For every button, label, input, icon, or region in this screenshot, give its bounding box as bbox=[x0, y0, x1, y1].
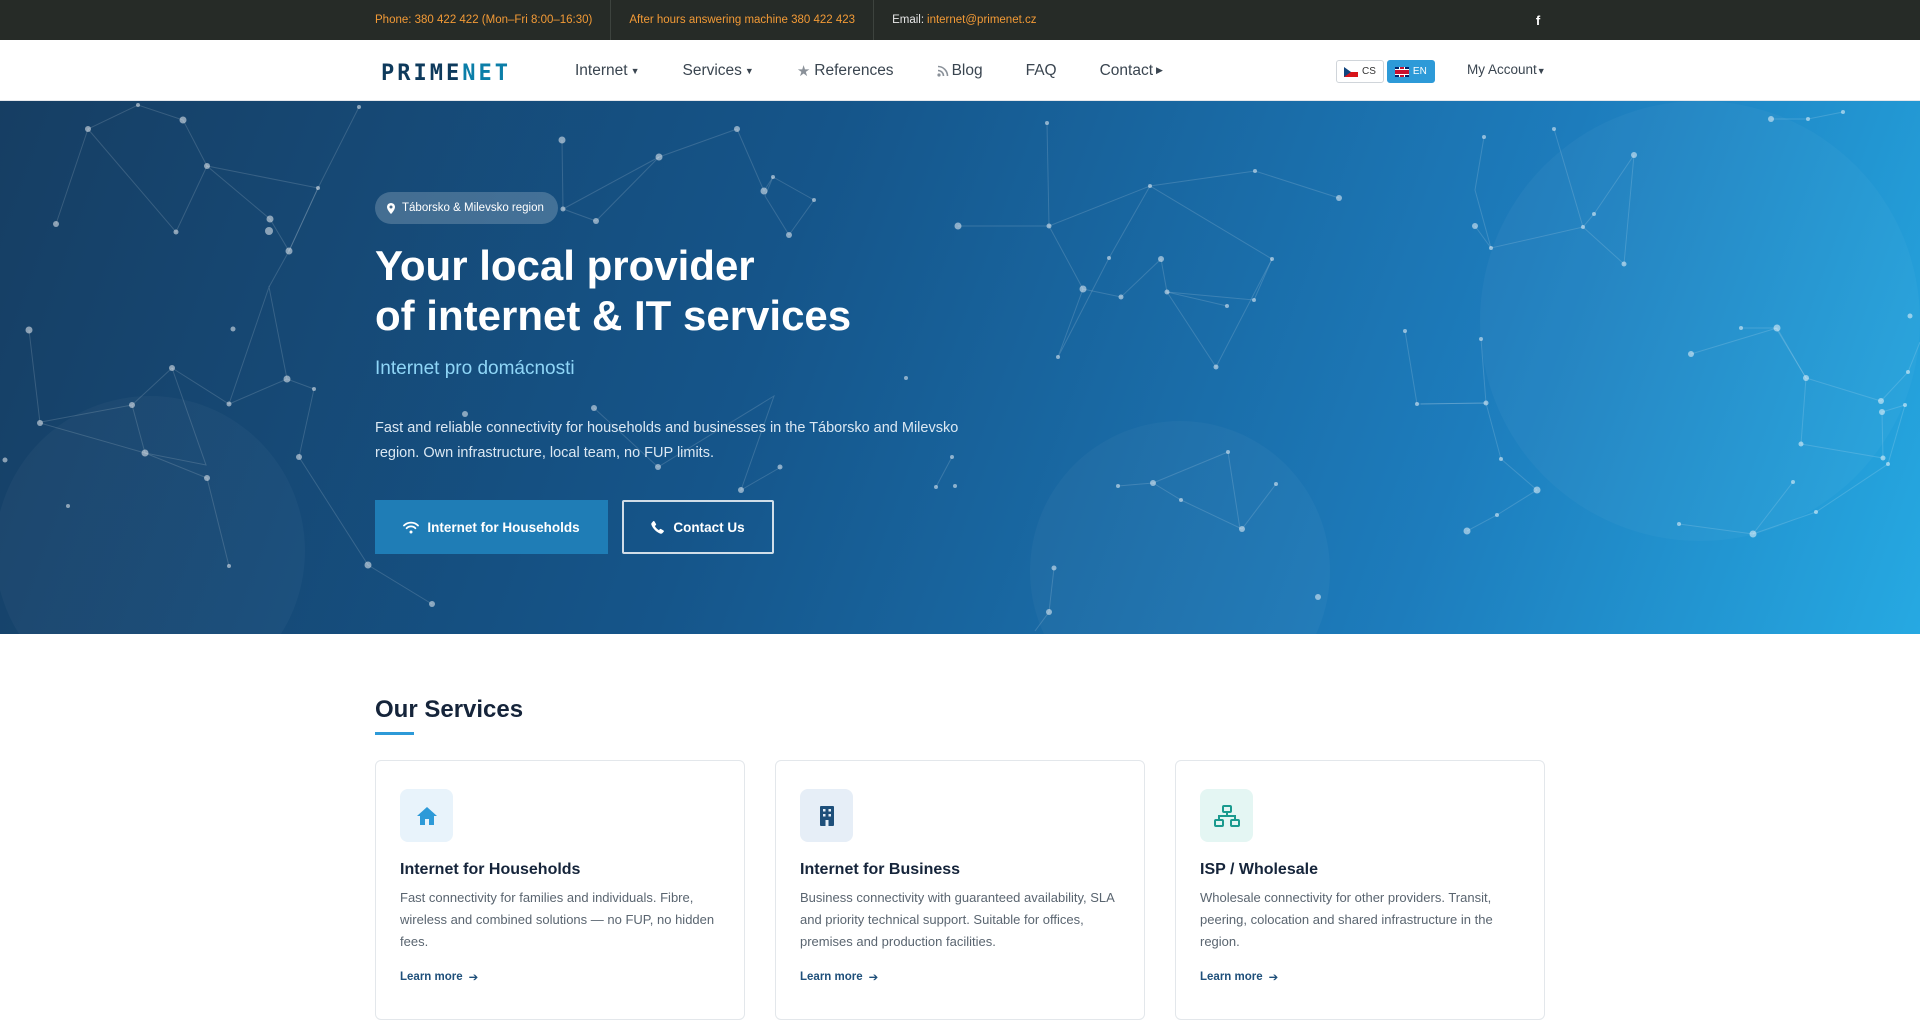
lang-en-label: EN bbox=[1412, 66, 1427, 77]
learn-more-label: Learn more bbox=[1200, 971, 1263, 983]
hero-title-line1: Your local provider bbox=[375, 242, 755, 289]
czech-flag-icon bbox=[1344, 66, 1358, 77]
nav-blog-label: Blog bbox=[951, 61, 983, 79]
main-menu: Internet ▼ Services ▼ ★ References Blog … bbox=[575, 40, 1206, 101]
rss-icon bbox=[936, 65, 948, 77]
logo-part-net: NET bbox=[462, 61, 511, 86]
nav-contact[interactable]: Contact ▶ bbox=[1100, 62, 1163, 80]
caret-down-icon: ▼ bbox=[630, 65, 640, 76]
hero-description: Fast and reliable connectivity for house… bbox=[375, 420, 959, 461]
lang-en-button[interactable]: EN bbox=[1386, 60, 1435, 83]
service-card-text: Business connectivity with guaranteed av… bbox=[800, 890, 1115, 949]
topbar-after-hours[interactable]: After hours answering machine 380 422 42… bbox=[611, 0, 875, 40]
logo[interactable]: PRIME NET bbox=[381, 61, 511, 86]
network-icon bbox=[1200, 789, 1253, 842]
region-badge-label: Táborsko & Milevsko region bbox=[402, 202, 544, 214]
nav-blog[interactable]: Blog bbox=[936, 61, 983, 80]
caret-down-icon: ▼ bbox=[744, 65, 754, 76]
service-card-text: Wholesale connectivity for other provide… bbox=[1200, 890, 1493, 949]
contact-us-label: Contact Us bbox=[673, 519, 745, 535]
my-account-menu[interactable]: My Account▼ bbox=[1467, 62, 1546, 77]
wifi-icon bbox=[403, 521, 420, 533]
hero-title: Your local provider of internet & IT ser… bbox=[375, 241, 1075, 341]
logo-part-prime: PRIME bbox=[381, 61, 463, 86]
heading-underline bbox=[375, 732, 414, 735]
service-card-title: Internet for Business bbox=[800, 861, 961, 878]
learn-more-link[interactable]: Learn more ➔ bbox=[800, 970, 878, 984]
top-bar: Phone: 380 422 422 (Mon–Fri 8:00–16:30) … bbox=[0, 0, 1920, 40]
contact-us-button[interactable]: Contact Us bbox=[622, 500, 774, 554]
phone-icon bbox=[651, 520, 665, 534]
nav-faq-label: FAQ bbox=[1025, 61, 1057, 79]
service-card-title: ISP / Wholesale bbox=[1200, 861, 1318, 878]
nav-services[interactable]: Services ▼ bbox=[682, 62, 753, 80]
service-card-households[interactable]: Internet for Households Fast connectivit… bbox=[375, 760, 745, 1020]
nav-internet[interactable]: Internet ▼ bbox=[575, 62, 639, 80]
internet-for-households-label: Internet for Households bbox=[427, 519, 580, 535]
learn-more-link[interactable]: Learn more ➔ bbox=[1200, 970, 1278, 984]
nav-contact-label: Contact bbox=[1099, 61, 1154, 79]
star-icon: ★ bbox=[796, 62, 811, 80]
network-background bbox=[2, 103, 1920, 632]
service-card-title: Internet for Households bbox=[400, 861, 581, 878]
building-icon bbox=[800, 789, 853, 842]
learn-more-label: Learn more bbox=[800, 971, 863, 983]
arrow-right-icon: ➔ bbox=[468, 972, 479, 984]
hero-subtitle: Internet pro domácnosti bbox=[375, 358, 575, 379]
arrow-right-icon: ➔ bbox=[1268, 972, 1279, 984]
services-heading: Our Services bbox=[375, 696, 524, 723]
region-badge: Táborsko & Milevsko region bbox=[375, 192, 558, 224]
service-card-wholesale[interactable]: ISP / Wholesale Wholesale connectivity f… bbox=[1175, 760, 1545, 1020]
email-label: Email: bbox=[892, 14, 925, 26]
topbar-email: Email: internet@primenet.cz bbox=[874, 0, 1054, 40]
caret-down-icon: ▼ bbox=[1536, 66, 1546, 76]
hero-title-line2: of internet & IT services bbox=[375, 292, 852, 339]
home-icon bbox=[400, 789, 453, 842]
nav-internet-label: Internet bbox=[575, 61, 628, 79]
my-account-label: My Account bbox=[1467, 62, 1537, 77]
nav-references-label: References bbox=[814, 61, 894, 79]
language-switcher: CS EN bbox=[1336, 60, 1435, 83]
lang-cs-label: CS bbox=[1362, 66, 1376, 77]
nav-services-label: Services bbox=[682, 61, 742, 79]
topbar-phone[interactable]: Phone: 380 422 422 (Mon–Fri 8:00–16:30) bbox=[375, 0, 612, 40]
email-link[interactable]: internet@primenet.cz bbox=[927, 14, 1036, 26]
hero-section: Táborsko & Milevsko region Your local pr… bbox=[0, 101, 1920, 634]
learn-more-label: Learn more bbox=[400, 971, 463, 983]
facebook-icon[interactable]: f bbox=[1531, 13, 1545, 28]
caret-right-icon: ▶ bbox=[1156, 65, 1163, 75]
arrow-right-icon: ➔ bbox=[868, 972, 879, 984]
nav-faq[interactable]: FAQ bbox=[1026, 62, 1057, 80]
learn-more-link[interactable]: Learn more ➔ bbox=[400, 970, 478, 984]
nav-references[interactable]: ★ References bbox=[797, 62, 894, 80]
lang-cs-button[interactable]: CS bbox=[1336, 60, 1384, 83]
map-pin-icon bbox=[387, 202, 395, 214]
main-navbar: PRIME NET Internet ▼ Services ▼ ★ Referen… bbox=[0, 40, 1920, 101]
internet-for-households-button[interactable]: Internet for Households bbox=[375, 500, 608, 554]
service-card-text: Fast connectivity for families and indiv… bbox=[400, 890, 715, 949]
uk-flag-icon bbox=[1394, 66, 1409, 77]
service-card-business[interactable]: Internet for Business Business connectiv… bbox=[775, 760, 1145, 1020]
